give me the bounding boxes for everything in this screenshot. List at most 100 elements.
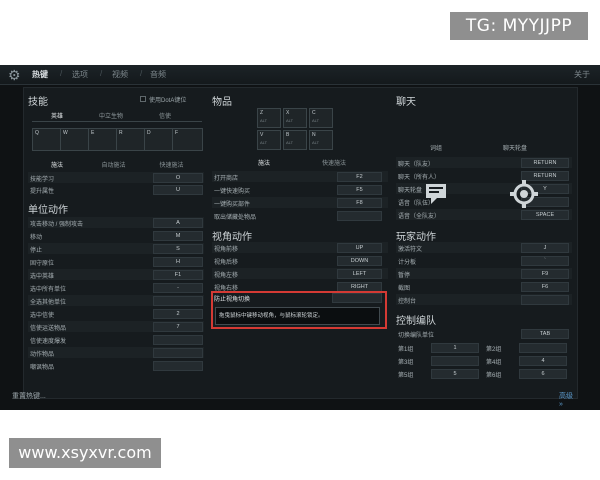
row-key[interactable]: F8 xyxy=(337,198,382,208)
skill-row[interactable]: 提升属性 U xyxy=(28,185,204,195)
row-key[interactable]: F5 xyxy=(337,185,382,195)
item-slot-3[interactable]: C ALT xyxy=(309,108,333,128)
tab-courier[interactable]: 信使 xyxy=(140,111,190,120)
row-key[interactable]: 1 xyxy=(431,343,479,353)
row-key[interactable]: UP xyxy=(337,243,382,253)
speech-bubble-icon[interactable] xyxy=(425,183,451,205)
unit-action-row[interactable]: 选中信使 2 xyxy=(28,309,204,319)
row-key[interactable]: TAB xyxy=(521,329,569,339)
tab-hotkeys[interactable]: 热键 xyxy=(32,69,48,80)
unit-action-row[interactable]: 攻击移动 / 强制攻击 A xyxy=(28,218,204,228)
player-action-row[interactable]: 计分板 ` xyxy=(396,256,572,266)
row-key[interactable]: LEFT xyxy=(337,269,382,279)
row-key[interactable]: DOWN xyxy=(337,256,382,266)
player-action-row[interactable]: 暂停 F9 xyxy=(396,269,572,279)
chat-row[interactable]: 聊天（所有人） RETURN xyxy=(396,171,572,181)
chat-row[interactable]: 聊天轮盘 Y xyxy=(396,184,572,194)
tab-item-quickcast[interactable]: 快速施法 xyxy=(304,158,364,167)
item-row[interactable]: 打开商店 F2 xyxy=(212,172,388,182)
player-action-row[interactable]: 控制台 xyxy=(396,295,572,305)
camera-row[interactable]: 视角左移 LEFT xyxy=(212,269,388,279)
unit-action-row[interactable]: 信使运送物品 7 xyxy=(28,322,204,332)
about-link[interactable]: 关于 xyxy=(574,69,590,80)
tab-autocast[interactable]: 自动施法 xyxy=(86,160,141,169)
row-key[interactable]: ` xyxy=(521,256,569,266)
tab-item-cast[interactable]: 施法 xyxy=(234,158,294,167)
quickcast-checkbox[interactable] xyxy=(140,96,146,102)
row-key[interactable] xyxy=(153,348,203,358)
tab-video[interactable]: 视频 xyxy=(112,69,128,80)
camera-row[interactable]: 视角前移 UP xyxy=(212,243,388,253)
row-key[interactable] xyxy=(519,343,567,353)
row-key[interactable]: S xyxy=(153,244,203,254)
row-key[interactable]: H xyxy=(153,257,203,267)
control-group-row[interactable]: 第5组 5 xyxy=(396,369,484,379)
tab-quickcast[interactable]: 快速施法 xyxy=(144,160,199,169)
row-key[interactable]: - xyxy=(153,283,203,293)
row-key[interactable]: 7 xyxy=(153,322,203,332)
row-key[interactable]: 4 xyxy=(519,356,567,366)
row-key[interactable]: F6 xyxy=(521,282,569,292)
row-key[interactable]: 5 xyxy=(431,369,479,379)
item-slot-4[interactable]: V ALT xyxy=(257,130,281,150)
hotkey-r[interactable]: R xyxy=(116,128,147,151)
row-key[interactable]: O xyxy=(153,173,203,183)
item-slot-1[interactable]: Z ALT xyxy=(257,108,281,128)
chat-wheel-icon[interactable] xyxy=(510,180,538,208)
chat-row[interactable]: 语音（全队友） SPACE xyxy=(396,210,572,220)
row-key[interactable] xyxy=(431,356,479,366)
row-key[interactable]: RETURN xyxy=(521,158,569,168)
skill-row[interactable]: 技能学习 O xyxy=(28,173,204,183)
item-slot-2[interactable]: X ALT xyxy=(283,108,307,128)
unit-action-row[interactable]: 动作物品 xyxy=(28,348,204,358)
tab-hero[interactable]: 英雄 xyxy=(32,111,82,120)
switch-group-row[interactable]: 切换编队单位 TAB xyxy=(396,329,572,339)
row-key[interactable]: F1 xyxy=(153,270,203,280)
unit-action-row[interactable]: 信使速度爆发 xyxy=(28,335,204,345)
control-group-row[interactable]: 第4组 4 xyxy=(484,356,572,366)
unit-action-row[interactable]: 嘲讽物品 xyxy=(28,361,204,371)
chat-row[interactable]: 聊天（队友） RETURN xyxy=(396,158,572,168)
advanced-link[interactable]: 高级 » xyxy=(559,391,577,408)
row-key[interactable]: A xyxy=(153,218,203,228)
tab-options[interactable]: 选项 xyxy=(72,69,88,80)
item-row[interactable]: 一键购买部件 F8 xyxy=(212,198,388,208)
tab-audio[interactable]: 音频 xyxy=(150,69,166,80)
unit-action-row[interactable]: 选中英雄 F1 xyxy=(28,270,204,280)
row-key[interactable] xyxy=(153,335,203,345)
row-key[interactable]: F2 xyxy=(337,172,382,182)
row-key[interactable] xyxy=(153,361,203,371)
row-key[interactable]: U xyxy=(153,185,203,195)
chat-row[interactable]: 语音（队伍） xyxy=(396,197,572,207)
hotkey-q[interactable]: Q xyxy=(32,128,63,151)
camera-row[interactable]: 视角后移 DOWN xyxy=(212,256,388,266)
item-row[interactable]: 一键快速购买 F5 xyxy=(212,185,388,195)
row-key[interactable]: 6 xyxy=(519,369,567,379)
row-key[interactable]: F9 xyxy=(521,269,569,279)
item-slot-5[interactable]: B ALT xyxy=(283,130,307,150)
hotkey-e[interactable]: E xyxy=(88,128,119,151)
unit-action-row[interactable]: 选中所有单位 - xyxy=(28,283,204,293)
control-group-row[interactable]: 第6组 6 xyxy=(484,369,572,379)
gear-icon[interactable]: ⚙ xyxy=(8,68,22,82)
row-key[interactable] xyxy=(153,296,203,306)
hotkey-w[interactable]: W xyxy=(60,128,91,151)
item-slot-6[interactable]: N ALT xyxy=(309,130,333,150)
tab-cast[interactable]: 施法 xyxy=(32,160,82,169)
row-key[interactable] xyxy=(521,295,569,305)
reset-hotkeys-link[interactable]: 重置热键... xyxy=(12,391,46,401)
unit-action-row[interactable]: 停止 S xyxy=(28,244,204,254)
unit-action-row[interactable]: 全选其他单位 xyxy=(28,296,204,306)
unit-action-row[interactable]: 固守原位 H xyxy=(28,257,204,267)
row-key[interactable]: SPACE xyxy=(521,210,569,220)
item-row[interactable]: 取出储藏处物品 xyxy=(212,211,388,221)
tab-neutral[interactable]: 中立生物 xyxy=(86,111,136,120)
row-key[interactable] xyxy=(337,211,382,221)
player-action-row[interactable]: 截图 F6 xyxy=(396,282,572,292)
unit-action-row[interactable]: 移动 M xyxy=(28,231,204,241)
row-key[interactable]: 2 xyxy=(153,309,203,319)
row-key[interactable]: J xyxy=(521,243,569,253)
hotkey-d[interactable]: D xyxy=(144,128,175,151)
control-group-row[interactable]: 第3组 xyxy=(396,356,484,366)
control-group-row[interactable]: 第2组 xyxy=(484,343,572,353)
